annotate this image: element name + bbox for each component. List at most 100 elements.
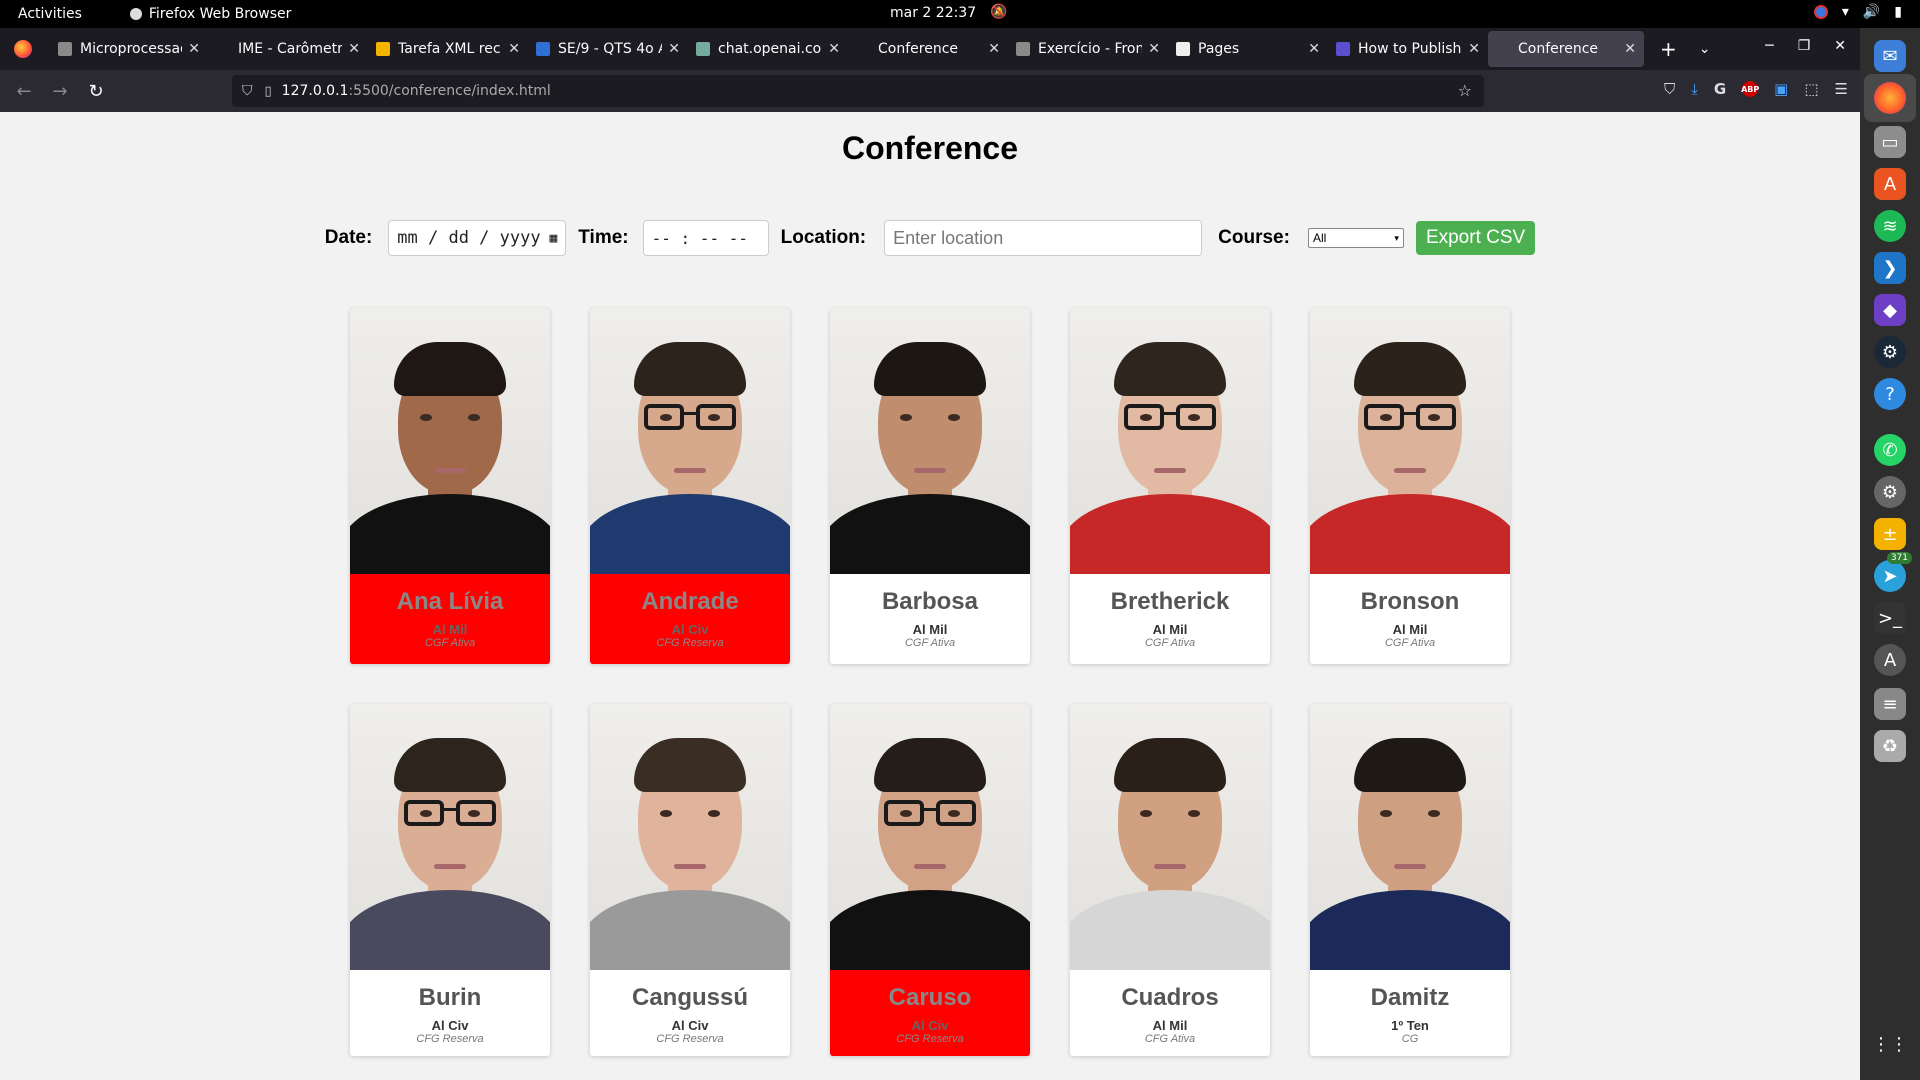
tab-5[interactable]: Conference ✕ — [848, 31, 1008, 67]
tab-4[interactable]: chat.openai.com ✕ — [688, 31, 848, 67]
tab-close-icon[interactable]: ✕ — [668, 41, 680, 57]
tab-label: chat.openai.com — [718, 41, 822, 57]
tab-6[interactable]: Exercício - Fron ✕ — [1008, 31, 1168, 67]
firefox-dock-icon[interactable] — [1874, 82, 1906, 114]
student-card[interactable]: Bretherick Al Mil CGF Ativa — [1070, 308, 1270, 664]
tab-close-icon[interactable]: ✕ — [1148, 41, 1160, 57]
battery-icon[interactable]: ▮ — [1894, 4, 1902, 20]
tab-close-icon[interactable]: ✕ — [828, 41, 840, 57]
firefox-view-icon[interactable] — [14, 40, 32, 58]
student-card[interactable]: Damitz 1º Ten CG — [1310, 704, 1510, 1056]
show-apps-grid-icon[interactable]: ⋮⋮ — [1872, 1028, 1908, 1060]
tab-label: Conference — [1518, 41, 1599, 57]
tab-7[interactable]: Pages ✕ — [1168, 31, 1328, 67]
tab-2[interactable]: Tarefa XML rec ✕ — [368, 31, 528, 67]
tab-close-icon[interactable]: ✕ — [1624, 41, 1636, 57]
student-name: Cangussú — [631, 984, 748, 1011]
list-all-tabs-icon[interactable]: ⌄ — [1699, 41, 1711, 57]
chrome-indicator-icon[interactable] — [1813, 5, 1828, 19]
forward-arrow-icon[interactable]: → — [42, 81, 78, 102]
student-card[interactable]: Andrade Al Civ CFG Reserva — [590, 308, 790, 664]
student-name: Barbosa — [881, 588, 979, 615]
restore-icon[interactable]: ❐ — [1798, 38, 1811, 54]
url-bar[interactable]: ⛉ ▯ 127.0.0.1:5500/conference/index.html… — [232, 75, 1484, 107]
calculator-icon[interactable]: ± — [1874, 518, 1906, 550]
tab-label: Conference — [878, 41, 959, 57]
tab-close-icon[interactable]: ✕ — [1468, 41, 1480, 57]
export-csv-button[interactable]: Export CSV — [1415, 221, 1536, 255]
tab-close-icon[interactable]: ✕ — [1308, 41, 1320, 57]
tab-8[interactable]: How to Publish ✕ — [1328, 31, 1488, 67]
reload-icon[interactable]: ↻ — [78, 81, 114, 102]
student-card[interactable]: Caruso Al Civ CFG Reserva — [830, 704, 1030, 1056]
navigation-toolbar: ← → ↻ ⛉ ▯ 127.0.0.1:5500/conference/inde… — [0, 70, 1860, 112]
tab-close-icon[interactable]: ✕ — [188, 41, 200, 57]
back-arrow-icon[interactable]: ← — [6, 81, 42, 102]
system-tray[interactable]: ▾ 🔊 ▮ — [1813, 4, 1902, 20]
student-course: CFG Reserva — [656, 637, 724, 649]
adblock-plus-icon[interactable]: ABP — [1741, 81, 1759, 97]
student-rank: Al Mil — [432, 622, 468, 637]
tab-3[interactable]: SE/9 - QTS 4o A ✕ — [528, 31, 688, 67]
pocket-icon[interactable]: ⛉ — [1664, 80, 1675, 98]
close-window-icon[interactable]: ✕ — [1834, 38, 1846, 54]
app-menu[interactable]: Firefox Web Browser — [129, 6, 291, 22]
terminal-icon[interactable]: >_ — [1874, 602, 1906, 634]
telegram-icon[interactable]: ➤ 371 — [1874, 552, 1912, 592]
steam-icon[interactable]: ⚙ — [1874, 336, 1906, 368]
obsidian-icon[interactable]: ◆ — [1874, 294, 1906, 326]
files-icon[interactable]: ▭ — [1874, 126, 1906, 158]
help-icon[interactable]: ? — [1874, 378, 1906, 410]
student-card[interactable]: Cuadros Al Mil CFG Ativa — [1070, 704, 1270, 1056]
page-info-icon[interactable]: ▯ — [265, 84, 272, 99]
tab-1[interactable]: IME - Carômetro ✕ — [208, 31, 368, 67]
time-input-value: -- : -- -- — [651, 228, 748, 248]
calendar-icon[interactable]: ▦ — [549, 231, 557, 246]
software-center-icon[interactable]: A — [1874, 168, 1906, 200]
student-rank: Al Civ — [671, 1018, 709, 1033]
time-input[interactable]: -- : -- -- — [642, 220, 769, 256]
date-input[interactable]: mm / dd / yyyy ▦ — [388, 220, 567, 256]
student-course: CGF Ativa — [904, 637, 956, 649]
student-card[interactable]: Barbosa Al Mil CGF Ativa — [830, 308, 1030, 664]
location-placeholder: Enter location — [893, 227, 1004, 248]
tab-close-icon[interactable]: ✕ — [988, 41, 1000, 57]
menu-hamburger-icon[interactable]: ☰ — [1835, 80, 1848, 98]
tab-close-icon[interactable]: ✕ — [348, 41, 360, 57]
student-card[interactable]: Bronson Al Mil CGF Ativa — [1310, 308, 1510, 664]
thunderbird-icon[interactable]: ✉ — [1874, 40, 1906, 72]
student-course: CGF Ativa — [1384, 637, 1436, 649]
software-updater-icon[interactable]: A — [1874, 644, 1906, 676]
extensions-puzzle-icon[interactable]: ⬚ — [1804, 80, 1818, 98]
location-input[interactable]: Enter location — [884, 220, 1203, 256]
tracking-protection-shield-icon[interactable]: ⛉ — [242, 83, 253, 99]
volume-icon[interactable]: 🔊 — [1863, 4, 1880, 20]
activities-button[interactable]: Activities — [18, 6, 82, 22]
student-course: CG — [1401, 1033, 1419, 1045]
tab-close-icon[interactable]: ✕ — [508, 41, 520, 57]
grammarly-icon[interactable]: G — [1714, 80, 1726, 98]
whatsapp-icon[interactable]: ✆ — [1874, 434, 1906, 466]
tab-9[interactable]: Conference ✕ — [1488, 31, 1644, 67]
course-select[interactable]: All ▾ — [1307, 228, 1404, 248]
url-text[interactable]: 127.0.0.1:5500/conference/index.html — [282, 83, 551, 99]
new-tab-button[interactable]: + — [1660, 37, 1677, 61]
downloads-icon[interactable]: ⤓ — [1691, 80, 1698, 98]
student-photo — [1070, 704, 1270, 970]
save-extension-icon[interactable]: ▣ — [1774, 80, 1788, 98]
spotify-icon[interactable]: ≋ — [1874, 210, 1906, 242]
text-editor-icon[interactable]: ≡ — [1874, 688, 1906, 720]
student-card[interactable]: Cangussú Al Civ CFG Reserva — [590, 704, 790, 1056]
student-card[interactable]: Ana Lívia Al Mil CGF Ativa — [350, 308, 550, 664]
chevron-down-icon: ▾ — [1394, 232, 1399, 243]
settings-gear-icon[interactable]: ⚙ — [1874, 476, 1906, 508]
tab-0[interactable]: Microprocessad ✕ — [50, 31, 208, 67]
vscode-icon[interactable]: ❯ — [1874, 252, 1906, 284]
bookmark-star-icon[interactable]: ☆ — [1458, 81, 1472, 100]
minimize-icon[interactable]: ─ — [1765, 38, 1773, 54]
page-title: Conference — [841, 130, 1019, 166]
wifi-icon[interactable]: ▾ — [1842, 4, 1849, 20]
trash-icon[interactable]: ♻ — [1874, 730, 1906, 762]
clock[interactable]: mar 2 22:37 — [890, 5, 976, 21]
student-card[interactable]: Burin Al Civ CFG Reserva — [350, 704, 550, 1056]
